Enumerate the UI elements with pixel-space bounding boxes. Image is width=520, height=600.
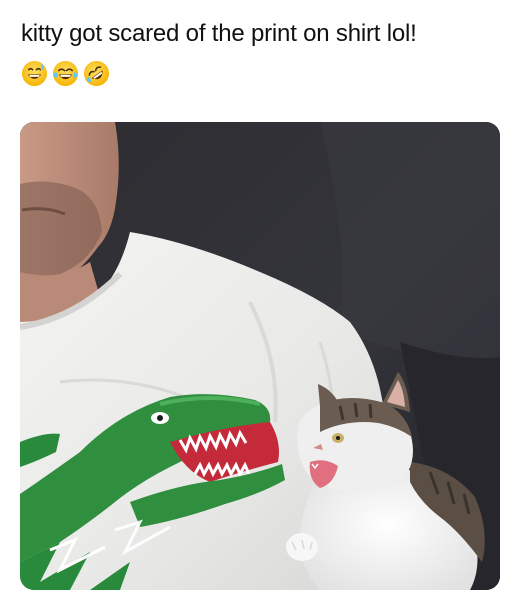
social-post: kitty got scared of the print on shirt l… [0,0,520,600]
post-photo [20,122,500,590]
rolling-on-floor-laughing-emoji-icon [83,60,110,87]
post-caption: kitty got scared of the print on shirt l… [21,20,417,47]
kitten-crocodile-shirt-photo [20,122,500,590]
emoji-row [21,60,110,88]
tears-of-joy-emoji-icon [52,60,79,87]
grinning-sweat-emoji-icon [21,60,48,87]
